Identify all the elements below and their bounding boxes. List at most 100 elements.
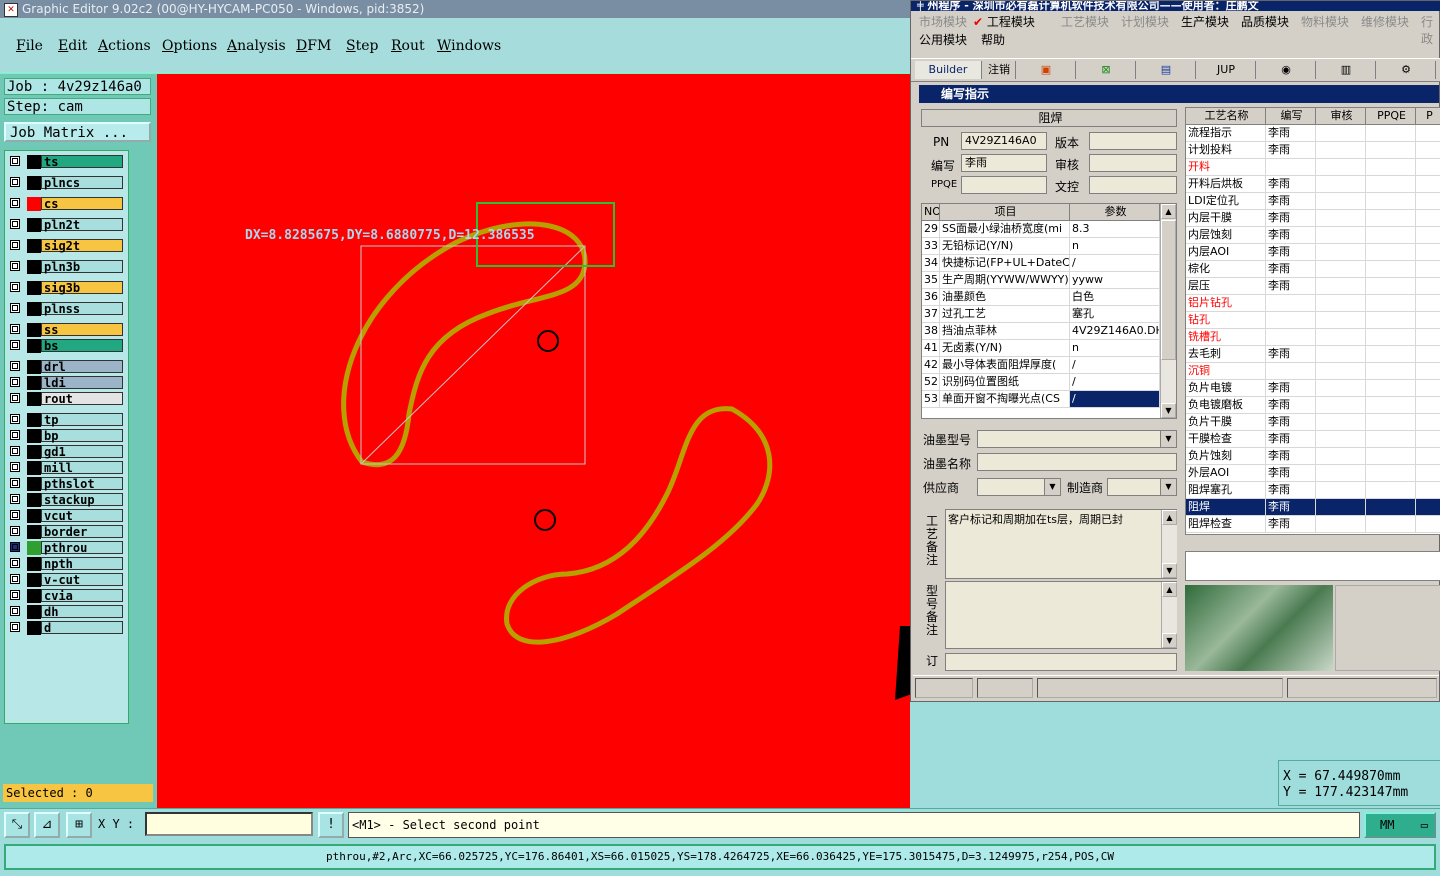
module-admin[interactable]: 行政 — [1421, 13, 1439, 47]
layer-row-ts[interactable]: ts — [7, 155, 127, 169]
layer-checkbox[interactable] — [10, 219, 20, 229]
layer-row-dh[interactable]: dh — [7, 605, 127, 619]
scroll-up-icon[interactable]: ▲ — [1162, 510, 1177, 525]
grid-tool-icon[interactable]: ⊞ — [66, 812, 92, 838]
layer-checkbox[interactable] — [10, 340, 20, 350]
process-row[interactable]: 铝片钻孔 — [1186, 295, 1440, 312]
module-quality[interactable]: 品质模块 — [1241, 13, 1289, 30]
process-row[interactable]: 开料 — [1186, 159, 1440, 176]
process-row[interactable]: 内层蚀刻 李雨 — [1186, 227, 1440, 244]
layer-row-d[interactable]: d — [7, 621, 127, 635]
process-row[interactable]: 铣槽孔 — [1186, 329, 1440, 346]
scroll-thumb[interactable] — [1161, 220, 1176, 360]
tab-builder[interactable]: Builder — [915, 61, 982, 79]
param-row[interactable]: 42 最小导体表面阻焊厚度(/ — [922, 357, 1162, 374]
menu-rout[interactable]: Rout — [391, 38, 425, 54]
layer-checkbox[interactable] — [10, 606, 20, 616]
process-row[interactable]: 沉铜 — [1186, 363, 1440, 380]
menu-step[interactable]: Step — [346, 38, 378, 54]
process-row[interactable]: 干膜检查 李雨 — [1186, 431, 1440, 448]
process-row[interactable]: 负电镀磨板 李雨 — [1186, 397, 1440, 414]
layer-row-pln2t[interactable]: pln2t — [7, 218, 127, 232]
layer-checkbox[interactable] — [10, 282, 20, 292]
layer-checkbox[interactable] — [10, 240, 20, 250]
process-row[interactable]: 流程指示 李雨 — [1186, 125, 1440, 142]
menu-analysis[interactable]: Analysis — [227, 38, 286, 54]
zoom-tool-icon[interactable]: ⤡ — [4, 812, 30, 838]
process-row[interactable]: 计划投料 李雨 — [1186, 142, 1440, 159]
param-value[interactable]: yyww — [1070, 272, 1160, 288]
measure-tool-icon[interactable]: ⊿ — [34, 812, 60, 838]
layer-row-plncs[interactable]: plncs — [7, 176, 127, 190]
layer-checkbox[interactable] — [10, 590, 20, 600]
layer-row-vcut[interactable]: vcut — [7, 509, 127, 523]
layer-row-bs[interactable]: bs — [7, 339, 127, 353]
param-value[interactable]: / — [1070, 391, 1160, 407]
tab-jup[interactable]: JUP — [1197, 61, 1256, 79]
layer-row-tp[interactable]: tp — [7, 413, 127, 427]
param-value[interactable]: n — [1070, 340, 1160, 356]
pdf-icon[interactable]: ▣ — [1017, 61, 1076, 79]
process-note-scrollbar[interactable]: ▲ ▼ — [1161, 510, 1177, 578]
layer-row-plnss[interactable]: plnss — [7, 302, 127, 316]
param-value[interactable]: 8.3 — [1070, 221, 1160, 237]
module-material[interactable]: 物料模块 — [1301, 13, 1349, 30]
module-plan[interactable]: 计划模块 — [1121, 13, 1169, 30]
writer-field[interactable]: 李雨 — [961, 154, 1047, 172]
layer-checkbox[interactable] — [10, 622, 20, 632]
process-row[interactable]: 内层AOI 李雨 — [1186, 244, 1440, 261]
param-value[interactable]: 塞孔 — [1070, 306, 1160, 322]
layer-checkbox[interactable] — [10, 430, 20, 440]
param-row[interactable]: 38 挡油点菲林 4V29Z146A0.DH — [922, 323, 1162, 340]
scroll-down-icon[interactable]: ▼ — [1161, 403, 1176, 418]
eye-icon[interactable]: ◉ — [1257, 61, 1316, 79]
process-search-field[interactable] — [1185, 551, 1440, 581]
layer-checkbox[interactable] — [10, 198, 20, 208]
param-value[interactable]: 4V29Z146A0.DH — [1070, 323, 1160, 339]
maker-select[interactable]: ▼ — [1107, 478, 1177, 496]
layer-checkbox[interactable] — [10, 542, 20, 552]
review-field[interactable] — [1089, 154, 1177, 172]
layer-row-stackup[interactable]: stackup — [7, 493, 127, 507]
info-button[interactable]: ! — [318, 812, 344, 838]
xy-input[interactable] — [145, 812, 313, 836]
layer-row-ss[interactable]: ss — [7, 323, 127, 337]
param-row[interactable]: 41 无卤素(Y/N) n — [922, 340, 1162, 357]
layer-row-border[interactable]: border — [7, 525, 127, 539]
menu-dfm[interactable]: DFM — [296, 38, 331, 54]
layer-checkbox[interactable] — [10, 393, 20, 403]
module-market[interactable]: 市场模块 — [919, 13, 967, 30]
process-row[interactable]: 棕化 李雨 — [1186, 261, 1440, 278]
layer-row-sig3b[interactable]: sig3b — [7, 281, 127, 295]
param-row[interactable]: 34 快捷标记(FP+UL+DateCo / — [922, 255, 1162, 272]
param-value[interactable]: / — [1070, 374, 1160, 390]
menu-options[interactable]: Options — [162, 38, 217, 54]
arc-outline-2[interactable] — [504, 406, 773, 645]
ink-name-field[interactable] — [977, 453, 1177, 471]
model-note-field[interactable] — [945, 581, 1177, 649]
scroll-down-icon[interactable]: ▼ — [1162, 563, 1177, 578]
layer-checkbox[interactable] — [10, 478, 20, 488]
scroll-up-icon[interactable]: ▲ — [1162, 582, 1177, 597]
layer-checkbox[interactable] — [10, 156, 20, 166]
layer-row-cs[interactable]: cs — [7, 197, 127, 211]
layer-row-sig2t[interactable]: sig2t — [7, 239, 127, 253]
layer-checkbox[interactable] — [10, 361, 20, 371]
param-row[interactable]: 52 识别码位置图纸 / — [922, 374, 1162, 391]
tab-logout[interactable]: 注销 — [983, 61, 1016, 79]
supplier-select[interactable]: ▼ — [977, 478, 1061, 496]
module-maintenance[interactable]: 维修模块 — [1361, 13, 1409, 30]
process-row[interactable]: 外层AOI 李雨 — [1186, 465, 1440, 482]
layer-row-pln3b[interactable]: pln3b — [7, 260, 127, 274]
param-value[interactable]: / — [1070, 357, 1160, 373]
process-row[interactable]: 层压 李雨 — [1186, 278, 1440, 295]
word-icon[interactable]: ▤ — [1137, 61, 1196, 79]
process-row[interactable]: 阻焊塞孔 李雨 — [1186, 482, 1440, 499]
process-row[interactable]: 阻焊检查 李雨 — [1186, 516, 1440, 533]
arc-outline-1[interactable] — [341, 221, 588, 468]
layer-checkbox[interactable] — [10, 261, 20, 271]
layer-checkbox[interactable] — [10, 303, 20, 313]
process-row[interactable]: 阻焊 李雨 — [1186, 499, 1440, 516]
scroll-down-icon[interactable]: ▼ — [1162, 633, 1177, 648]
tools-icon[interactable]: ⚙ — [1377, 61, 1436, 79]
